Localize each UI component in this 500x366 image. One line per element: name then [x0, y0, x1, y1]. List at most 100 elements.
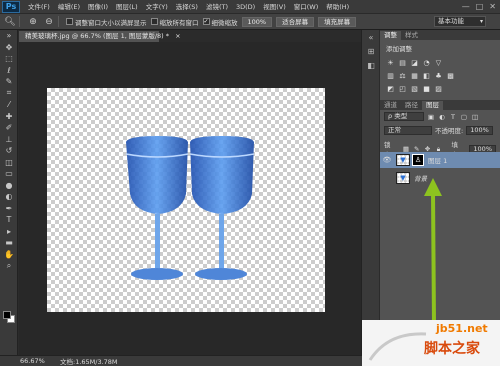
photoshop-logo: Ps [2, 0, 20, 13]
collapse-icon[interactable]: » [0, 30, 18, 42]
layer-kind-filter-dropdown[interactable]: ρ 类型 [384, 112, 424, 121]
document-tab-close-icon[interactable]: × [175, 32, 180, 40]
eyedropper-tool-icon[interactable]: ⁄ [0, 99, 18, 111]
healing-tool-icon[interactable]: ✚ [0, 111, 18, 123]
close-icon[interactable]: ✕ [489, 2, 496, 11]
menu-select[interactable]: 选择(S) [172, 0, 202, 14]
properties-panel-icon[interactable]: ◧ [362, 58, 380, 72]
minimize-icon[interactable]: — [462, 2, 470, 11]
watermark-swoosh [368, 332, 427, 361]
zoom-tool-icon[interactable]: 🔍︎ [4, 16, 16, 28]
maximize-icon[interactable]: □ [476, 2, 484, 11]
menu-layer[interactable]: 图层(L) [112, 0, 142, 14]
filter-smart-icon[interactable]: ◫ [471, 113, 479, 121]
checkbox-box[interactable] [66, 18, 73, 25]
posterize-icon[interactable]: ◰ [398, 84, 407, 93]
selective-color-icon[interactable]: ■ [422, 84, 431, 93]
menu-view[interactable]: 视图(V) [259, 0, 290, 14]
menu-type[interactable]: 文字(Y) [142, 0, 172, 14]
filter-pixel-icon[interactable]: ▣ [427, 113, 435, 121]
options-bar: 🔍︎ ⊕ ⊖ 调整窗口大小以满屏显示 缩放所有窗口 细微缩放 100% 适合屏幕… [0, 14, 500, 30]
dodge-tool-icon[interactable]: ◐ [0, 191, 18, 203]
history-brush-tool-icon[interactable]: ↺ [0, 145, 18, 157]
crop-tool-icon[interactable]: ⌗ [0, 88, 18, 100]
menu-image[interactable]: 图像(I) [84, 0, 112, 14]
marquee-tool-icon[interactable]: ⬚ [0, 53, 18, 65]
foreground-color-swatch[interactable] [3, 311, 11, 319]
checkbox-box[interactable] [150, 18, 158, 25]
path-select-tool-icon[interactable]: ▸ [0, 226, 18, 238]
photo-filter-icon[interactable]: ◧ [422, 71, 431, 80]
menu-filter[interactable]: 滤镜(T) [202, 0, 232, 14]
threshold-icon[interactable]: ▧ [410, 84, 419, 93]
filter-adjust-icon[interactable]: ◐ [438, 113, 446, 121]
menu-3d[interactable]: 3D(D) [232, 0, 259, 14]
lasso-tool-icon[interactable]: ℓ [0, 65, 18, 77]
checkbox-box[interactable] [202, 18, 210, 25]
brush-tool-icon[interactable]: ✐ [0, 122, 18, 134]
tab-channels[interactable]: 通道 [380, 101, 401, 110]
menu-help[interactable]: 帮助(H) [322, 0, 353, 14]
menu-window[interactable]: 窗口(W) [290, 0, 323, 14]
levels-icon[interactable]: ▤ [398, 58, 407, 67]
fit-screen-button[interactable]: 适合屏幕 [276, 16, 315, 27]
layer-mask-thumbnail[interactable]: ♙ [412, 154, 424, 166]
type-tool-icon[interactable]: T [0, 214, 18, 226]
color-balance-icon[interactable]: ⚖ [398, 71, 407, 80]
layer-name[interactable]: 图层 1 [428, 155, 447, 165]
filter-shape-icon[interactable]: ▢ [460, 113, 468, 121]
mask-glass-icon: ♙ [414, 156, 422, 164]
color-lookup-icon[interactable]: ▩ [446, 71, 455, 80]
scrubby-zoom-checkbox[interactable]: 细微缩放 [202, 17, 238, 27]
document-tab[interactable]: 精美玻璃杯.jpg @ 66.7% (图层 1, 图层蒙版/8) * × [19, 31, 181, 42]
blur-tool-icon[interactable]: ● [0, 180, 18, 192]
filter-type-icon[interactable]: T [449, 113, 457, 121]
menu-edit[interactable]: 编辑(E) [54, 0, 84, 14]
separator [58, 16, 59, 27]
invert-icon[interactable]: ◩ [386, 84, 395, 93]
quick-select-tool-icon[interactable]: ✎ [0, 76, 18, 88]
hue-saturation-icon[interactable]: ▥ [386, 71, 395, 80]
adjustment-row-1: ☀ ▤ ◪ ◔ ▽ [380, 56, 500, 69]
gradient-tool-icon[interactable]: ▭ [0, 168, 18, 180]
vibrance-icon[interactable]: ▽ [434, 58, 443, 67]
opacity-input[interactable]: 100% [466, 125, 493, 135]
fill-screen-button[interactable]: 填充屏幕 [318, 16, 357, 27]
eye-icon[interactable]: 👁︎ [380, 156, 394, 164]
zoom-in-icon[interactable]: ⊕ [27, 16, 39, 28]
menu-file[interactable]: 文件(F) [24, 0, 54, 14]
hand-tool-icon[interactable]: ✋ [0, 249, 18, 261]
gradient-map-icon[interactable]: ▨ [434, 84, 443, 93]
tab-adjustments[interactable]: 调整 [380, 31, 401, 40]
actual-pixels-button[interactable]: 100% [241, 16, 273, 27]
zoom-tool-icon[interactable]: ⌕ [0, 260, 18, 272]
right-glass [189, 136, 255, 280]
zoom-level[interactable]: 66.67% [20, 357, 52, 365]
collapse-panels-icon[interactable]: « [362, 30, 380, 44]
annotation-arrow [424, 178, 442, 327]
pen-tool-icon[interactable]: ✒ [0, 203, 18, 215]
curves-icon[interactable]: ◪ [410, 58, 419, 67]
layer-row-1[interactable]: 👁︎ ▼ ♙ 图层 1 [380, 152, 500, 168]
channel-mixer-icon[interactable]: ♣ [434, 71, 443, 80]
resize-windows-checkbox[interactable]: 调整窗口大小以满屏显示 [66, 17, 147, 27]
brightness-icon[interactable]: ☀ [386, 58, 395, 67]
tab-layers[interactable]: 图层 [422, 101, 443, 110]
history-panel-icon[interactable]: ⊞ [362, 44, 380, 58]
tab-styles[interactable]: 样式 [401, 31, 422, 40]
tab-paths[interactable]: 路径 [401, 101, 422, 110]
shape-tool-icon[interactable]: ▬ [0, 237, 18, 249]
move-tool-icon[interactable]: ✥ [0, 42, 18, 54]
eraser-tool-icon[interactable]: ◫ [0, 157, 18, 169]
blend-mode-dropdown[interactable]: 正常 [384, 125, 432, 135]
adjustments-tabs: 调整 样式 [380, 30, 500, 40]
zoom-all-windows-checkbox[interactable]: 缩放所有窗口 [150, 17, 199, 27]
workspace-dropdown[interactable]: 基本功能 [434, 16, 486, 27]
opacity-label: 不透明度: [435, 127, 464, 135]
document-tab-title: 精美玻璃杯.jpg @ 66.7% (图层 1, 图层蒙版/8) * [25, 32, 170, 40]
black-white-icon[interactable]: ▦ [410, 71, 419, 80]
zoom-out-icon[interactable]: ⊖ [43, 16, 55, 28]
clone-stamp-tool-icon[interactable]: ⊥ [0, 134, 18, 146]
layer-filter-row: ρ 类型 ▣ ◐ T ▢ ◫ [380, 110, 500, 123]
exposure-icon[interactable]: ◔ [422, 58, 431, 67]
